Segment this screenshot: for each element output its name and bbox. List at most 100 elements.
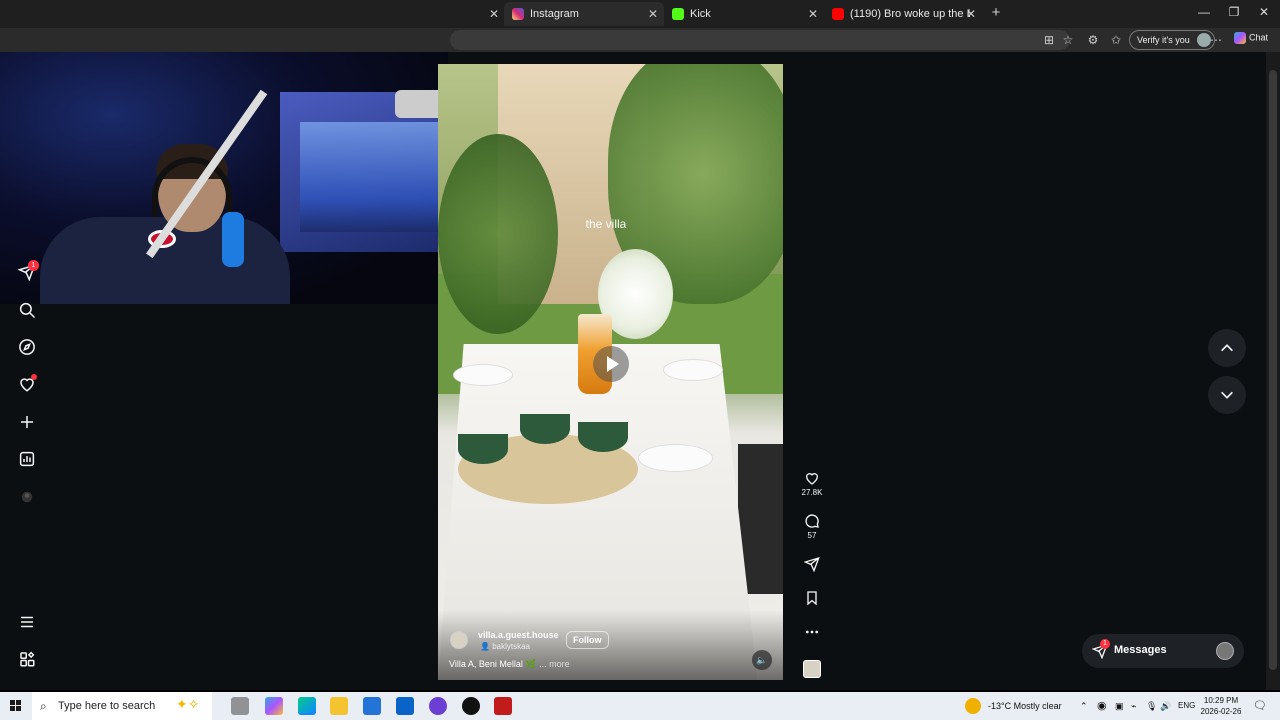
next-reel-button[interactable] xyxy=(1208,376,1246,414)
explore-icon xyxy=(19,339,35,355)
notifications-nav[interactable]: 1 xyxy=(17,260,39,282)
search-icon xyxy=(19,302,36,319)
author-avatar[interactable] xyxy=(450,631,468,649)
microphone-icon[interactable]: 🎙 xyxy=(1146,701,1157,712)
restore-icon[interactable]: ❐ xyxy=(1224,5,1244,19)
chevron-up-icon[interactable]: ⌃ xyxy=(1080,701,1088,712)
extensions-icon[interactable]: ⚙ xyxy=(1085,32,1101,48)
network-icon[interactable]: ⌁ xyxy=(1131,701,1136,712)
tab-title: Kick xyxy=(690,8,711,20)
search-icon: ⌕ xyxy=(40,699,47,713)
play-button[interactable] xyxy=(593,346,629,382)
taskbar-clock[interactable]: 10:29 PM 2026-02-26 xyxy=(1196,695,1246,717)
windows-start-icon[interactable] xyxy=(10,700,22,712)
like-count: 27.8K xyxy=(801,488,823,497)
discord-app-icon[interactable] xyxy=(429,697,447,715)
author-handle[interactable]: villa.a.guest.house xyxy=(478,630,559,640)
comment-count: 57 xyxy=(807,531,817,540)
more-apps-icon xyxy=(20,651,35,667)
search-nav[interactable] xyxy=(18,301,36,319)
more-menu-icon[interactable]: ⋯ xyxy=(1208,32,1224,48)
tab-instagram[interactable]: Instagram ✕ xyxy=(504,2,664,26)
more-nav[interactable] xyxy=(18,650,36,668)
profile-nav[interactable] xyxy=(18,488,36,506)
file-explorer-icon[interactable] xyxy=(330,697,348,715)
like-button[interactable]: 27.8K xyxy=(796,470,828,497)
more-options-button[interactable] xyxy=(796,624,828,642)
more-link[interactable]: ... more xyxy=(539,659,570,669)
share-icon xyxy=(804,556,820,572)
explore-nav[interactable] xyxy=(18,338,36,356)
language-indicator[interactable]: ENG xyxy=(1178,701,1195,710)
outlook-app-icon[interactable] xyxy=(396,697,414,715)
verify-profile-button[interactable]: Verify it's you xyxy=(1129,30,1215,50)
edge-app-icon[interactable] xyxy=(298,697,316,715)
save-button[interactable] xyxy=(796,590,828,608)
messages-badge: 1 xyxy=(1100,639,1110,649)
scrollbar-thumb[interactable] xyxy=(1269,70,1277,670)
follow-button[interactable]: Follow xyxy=(566,631,609,649)
comment-icon xyxy=(805,514,819,528)
previous-reel-button[interactable] xyxy=(1208,329,1246,367)
clock-date: 2026-02-26 xyxy=(1200,707,1242,716)
tray-app-icon[interactable]: ▣ xyxy=(1115,701,1124,712)
windows-taskbar: ⌕ Type here to search ✦✧ -13°C Mostly cl… xyxy=(0,692,1280,720)
video-text-overlay: the villa xyxy=(585,217,627,231)
audio-thumbnail[interactable] xyxy=(803,660,821,678)
favorites-icon[interactable]: ✩ xyxy=(1108,32,1124,48)
task-view-icon[interactable] xyxy=(231,697,249,715)
share-button[interactable] xyxy=(796,556,828,574)
webcam-overlay xyxy=(0,52,448,304)
volume-icon[interactable]: 🔊 xyxy=(1160,701,1171,712)
create-nav[interactable] xyxy=(18,413,36,431)
tab-kick[interactable]: Kick ✕ xyxy=(664,2,824,26)
copilot-app-icon[interactable] xyxy=(265,697,283,715)
close-tab-icon[interactable]: ✕ xyxy=(966,7,976,21)
chat-label: Chat xyxy=(1249,32,1269,43)
search-highlight-icon: ✦✧ xyxy=(176,696,200,712)
instagram-page: 1 the villa villa.a.guest.house 👤 baklyt… xyxy=(0,52,1266,690)
copilot-icon xyxy=(1234,32,1246,44)
collaborator-handle[interactable]: 👤 baklytskaa xyxy=(480,642,530,651)
record-icon[interactable]: ◉ xyxy=(1097,699,1107,712)
search-placeholder: Type here to search xyxy=(58,700,156,712)
description-text: Villa A, Beni Mellal 🌿 xyxy=(449,659,537,669)
bookmark-icon xyxy=(807,591,817,606)
stream-app-icon[interactable] xyxy=(494,697,512,715)
clock-time: 10:29 PM xyxy=(1203,696,1239,705)
messages-label: Messages xyxy=(1114,644,1167,656)
favorite-star-icon[interactable]: ☆ xyxy=(1060,32,1076,48)
weather-moon-icon[interactable] xyxy=(965,698,981,714)
store-app-icon[interactable] xyxy=(363,697,381,715)
comment-button[interactable]: 57 xyxy=(796,513,828,540)
dashboard-nav[interactable] xyxy=(18,450,36,468)
tab-title: (1190) Bro woke up the Beast by n xyxy=(850,8,970,20)
minimize-icon[interactable]: — xyxy=(1194,5,1214,19)
notifications-heart-nav[interactable] xyxy=(18,374,37,393)
weather-text[interactable]: -13°C Mostly clear xyxy=(988,701,1062,711)
menu-nav[interactable] xyxy=(18,613,36,631)
dashboard-icon xyxy=(19,451,35,467)
mute-icon[interactable]: 🔈 xyxy=(752,650,772,670)
close-tab-icon[interactable]: ✕ xyxy=(648,7,658,21)
messages-button[interactable]: 1 Messages xyxy=(1082,634,1244,668)
reel-description: Villa A, Beni Mellal 🌿 ... more xyxy=(449,659,570,670)
create-icon xyxy=(21,416,33,428)
new-tab-icon[interactable]: + xyxy=(988,5,1004,21)
close-tab-icon[interactable]: ✕ xyxy=(486,6,502,22)
close-tab-icon[interactable]: ✕ xyxy=(808,7,818,21)
window-close-icon[interactable]: ✕ xyxy=(1254,5,1274,19)
ellipsis-icon xyxy=(806,630,818,634)
app-available-icon[interactable]: ⊞ xyxy=(1041,32,1057,48)
taskbar-search[interactable]: ⌕ Type here to search ✦✧ xyxy=(32,692,212,720)
tab-youtube[interactable]: (1190) Bro woke up the Beast by n ✕ xyxy=(824,2,982,26)
copilot-chat-button[interactable]: Chat xyxy=(1234,32,1268,44)
address-bar[interactable] xyxy=(450,30,1070,50)
obs-app-icon[interactable] xyxy=(462,697,480,715)
reel-video[interactable]: the villa villa.a.guest.house 👤 baklytsk… xyxy=(438,64,783,680)
instagram-icon xyxy=(512,8,524,20)
kick-icon xyxy=(672,8,684,20)
youtube-icon xyxy=(832,8,844,20)
activity-dot xyxy=(31,374,37,380)
notification-center-icon[interactable]: 🗨 xyxy=(1253,699,1267,712)
